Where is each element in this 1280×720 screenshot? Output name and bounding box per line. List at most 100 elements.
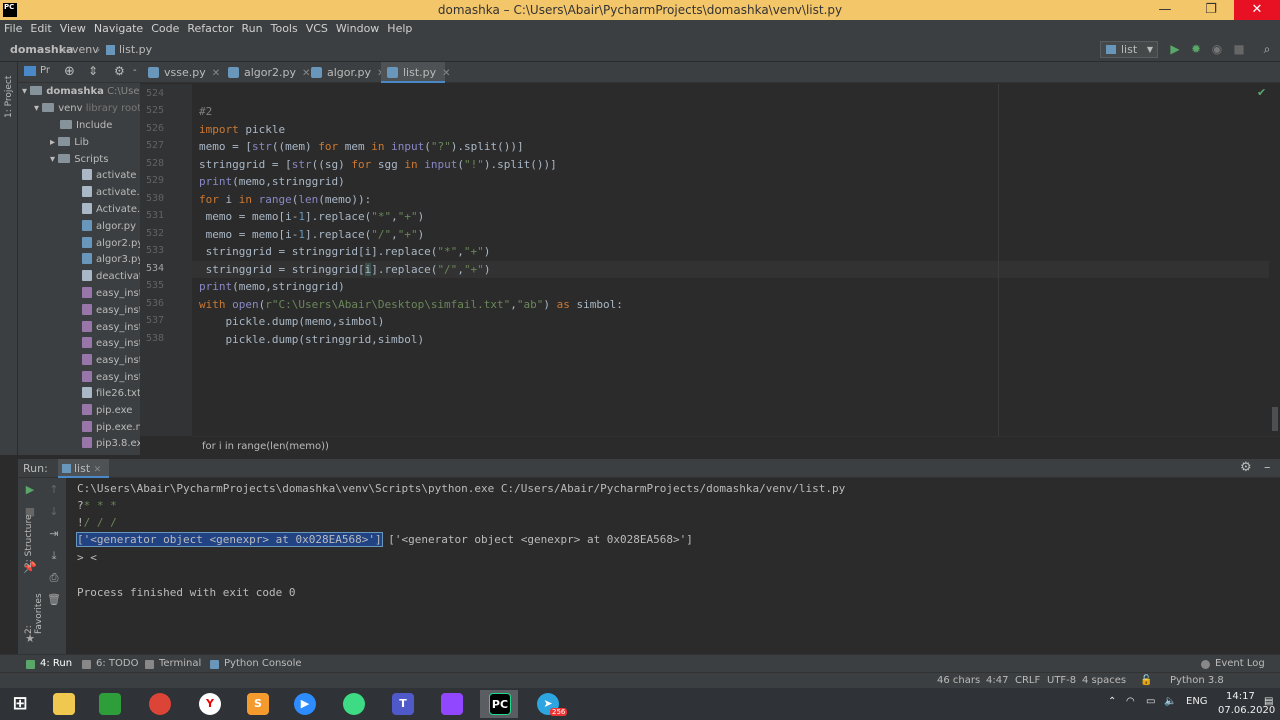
taskbar-zoom[interactable]: ▶ xyxy=(285,690,323,718)
taskbar-pycharm[interactable]: PC xyxy=(480,690,518,718)
tree-item[interactable]: easy_insta xyxy=(82,320,140,336)
taskbar-store[interactable] xyxy=(90,690,128,718)
project-tool-tab[interactable]: 1: Project xyxy=(4,68,14,118)
tree-item[interactable]: algor2.py xyxy=(82,236,140,252)
taskbar-sublime[interactable]: S xyxy=(238,690,276,718)
tree-item[interactable]: Include xyxy=(60,118,112,134)
gear-icon[interactable]: ⚙ xyxy=(1240,460,1252,475)
scroll-thumb[interactable] xyxy=(1272,407,1278,431)
lock-icon[interactable]: 🔓 xyxy=(1140,674,1152,688)
menu-tools[interactable]: Tools xyxy=(267,20,302,38)
tray-chevron-icon[interactable]: ⌃ xyxy=(1108,696,1116,707)
minimize-button[interactable]: — xyxy=(1142,0,1188,20)
tab-todo[interactable]: 6: TODO xyxy=(82,657,138,671)
run-config-select[interactable]: list ▼ xyxy=(1100,41,1158,58)
notifications-icon[interactable]: ▤ xyxy=(1264,696,1273,707)
structure-tool-tab[interactable]: 2: Structure xyxy=(24,508,34,569)
favorites-tool-tab[interactable]: 2: Favorites xyxy=(24,584,44,634)
rerun-icon[interactable]: ▶ xyxy=(22,482,38,498)
status-indent[interactable]: 4 spaces xyxy=(1082,674,1126,688)
volume-icon[interactable]: 🔈 xyxy=(1164,696,1176,707)
menu-window[interactable]: Window xyxy=(332,20,383,38)
editor-scrollbar[interactable] xyxy=(1269,84,1280,436)
menu-navigate[interactable]: Navigate xyxy=(90,20,147,38)
tree-venv[interactable]: ▾ venv library root xyxy=(34,101,140,117)
tree-item[interactable]: activate xyxy=(82,168,136,184)
tab-algor[interactable]: algor.py✕ xyxy=(305,62,385,83)
status-encoding[interactable]: UTF-8 xyxy=(1047,674,1076,688)
wifi-icon[interactable]: ◠ xyxy=(1126,696,1135,707)
locate-icon[interactable]: ⊕ xyxy=(64,64,75,79)
code-breadcrumb[interactable]: for i in range(len(memo)) xyxy=(192,436,1280,456)
scroll-to-end-icon[interactable]: ⤓ xyxy=(46,548,62,564)
hide-icon[interactable]: - xyxy=(133,65,137,76)
tree-item[interactable]: easy_insta xyxy=(82,286,140,302)
trash-icon[interactable]: 🗑 xyxy=(46,592,62,608)
tab-terminal[interactable]: Terminal xyxy=(145,657,201,671)
menu-code[interactable]: Code xyxy=(147,20,183,38)
up-icon[interactable]: ↑ xyxy=(46,482,62,498)
menu-run[interactable]: Run xyxy=(238,20,267,38)
tab-list[interactable]: list.py ✕ xyxy=(381,62,451,83)
menu-view[interactable]: View xyxy=(56,20,90,38)
tree-item[interactable]: deactivate xyxy=(82,269,140,285)
minimize-panel-icon[interactable]: – xyxy=(1264,460,1271,475)
close-tab-icon[interactable]: ✕ xyxy=(212,68,220,79)
menu-file[interactable]: File xyxy=(0,20,26,38)
tree-item[interactable]: easy_insta xyxy=(82,336,140,352)
down-icon[interactable]: ↓ xyxy=(46,504,62,520)
breadcrumb-file[interactable]: list.py xyxy=(119,43,152,56)
tree-item[interactable]: algor.py xyxy=(82,219,136,235)
start-button[interactable]: ⊞ xyxy=(0,690,38,718)
taskbar-yandex[interactable]: Y xyxy=(190,690,228,718)
breadcrumb-venv[interactable]: venv xyxy=(72,43,99,56)
coverage-icon[interactable]: ◉ xyxy=(1210,42,1224,56)
tree-item[interactable]: pip.exe xyxy=(82,403,132,419)
run-icon[interactable]: ▶ xyxy=(1168,42,1182,56)
tree-item[interactable]: algor3.py xyxy=(82,252,140,268)
tree-item[interactable]: ▾ Scripts xyxy=(50,152,108,168)
run-tab-list[interactable]: list ✕ xyxy=(58,459,110,478)
tree-item[interactable]: easy_insta xyxy=(82,353,140,369)
close-tab-icon[interactable]: ✕ xyxy=(442,68,450,79)
taskbar-teams[interactable]: T xyxy=(383,690,421,718)
code-editor[interactable]: #2 import pickle memo = [str((mem) for m… xyxy=(192,84,1269,436)
debug-icon[interactable]: ✹ xyxy=(1189,42,1203,56)
taskbar-chrome[interactable] xyxy=(140,690,178,718)
close-button[interactable]: ✕ xyxy=(1234,0,1280,20)
status-line-ending[interactable]: CRLF xyxy=(1015,674,1040,688)
project-view-label[interactable]: Pr xyxy=(40,65,50,76)
run-console[interactable]: C:\Users\Abair\PycharmProjects\domashka\… xyxy=(66,478,1280,654)
menu-help[interactable]: Help xyxy=(383,20,416,38)
collapse-icon[interactable]: ⇕ xyxy=(88,64,98,78)
maximize-button[interactable]: ❐ xyxy=(1188,0,1234,20)
network-icon[interactable]: ▭ xyxy=(1146,696,1155,707)
tree-item[interactable]: easy_insta xyxy=(82,370,140,386)
tree-root[interactable]: ▾ domashka C:\Users xyxy=(22,84,140,100)
menu-vcs[interactable]: VCS xyxy=(302,20,332,38)
soft-wrap-icon[interactable]: ⇥ xyxy=(46,526,62,542)
tab-event-log[interactable]: Event Log xyxy=(1201,657,1265,671)
tree-item[interactable]: Activate.p xyxy=(82,202,140,218)
taskbar-telegram[interactable]: ➤ 256 xyxy=(528,690,568,718)
gear-icon[interactable]: ⚙ xyxy=(114,64,125,78)
selected-output[interactable]: ['<generator object <genexpr> at 0x028EA… xyxy=(76,532,383,547)
taskbar-twitch[interactable] xyxy=(432,690,470,718)
status-position[interactable]: 4:47 xyxy=(986,674,1008,688)
print-icon[interactable]: ⎙ xyxy=(46,570,62,586)
language-indicator[interactable]: ENG xyxy=(1186,696,1208,707)
tree-item[interactable]: easy_insta xyxy=(82,303,140,319)
taskbar-explorer[interactable] xyxy=(44,690,82,718)
tab-algor2[interactable]: algor2.py ✕ xyxy=(222,62,310,83)
stop-icon[interactable]: ■ xyxy=(1232,42,1246,56)
clock-time[interactable]: 14:17 xyxy=(1226,691,1255,702)
tab-vsse[interactable]: vsse.py ✕ xyxy=(142,62,222,83)
tree-item[interactable]: ▸ Lib xyxy=(50,135,89,151)
tree-item[interactable]: file26.txt xyxy=(82,386,140,402)
tab-python-console[interactable]: Python Console xyxy=(210,657,302,671)
search-icon[interactable]: ⌕ xyxy=(1260,42,1274,56)
tab-run[interactable]: 4: Run xyxy=(26,657,72,671)
close-tab-icon[interactable]: ✕ xyxy=(94,465,102,475)
menu-edit[interactable]: Edit xyxy=(26,20,55,38)
tree-item[interactable]: pip.exe.ma xyxy=(82,420,140,436)
